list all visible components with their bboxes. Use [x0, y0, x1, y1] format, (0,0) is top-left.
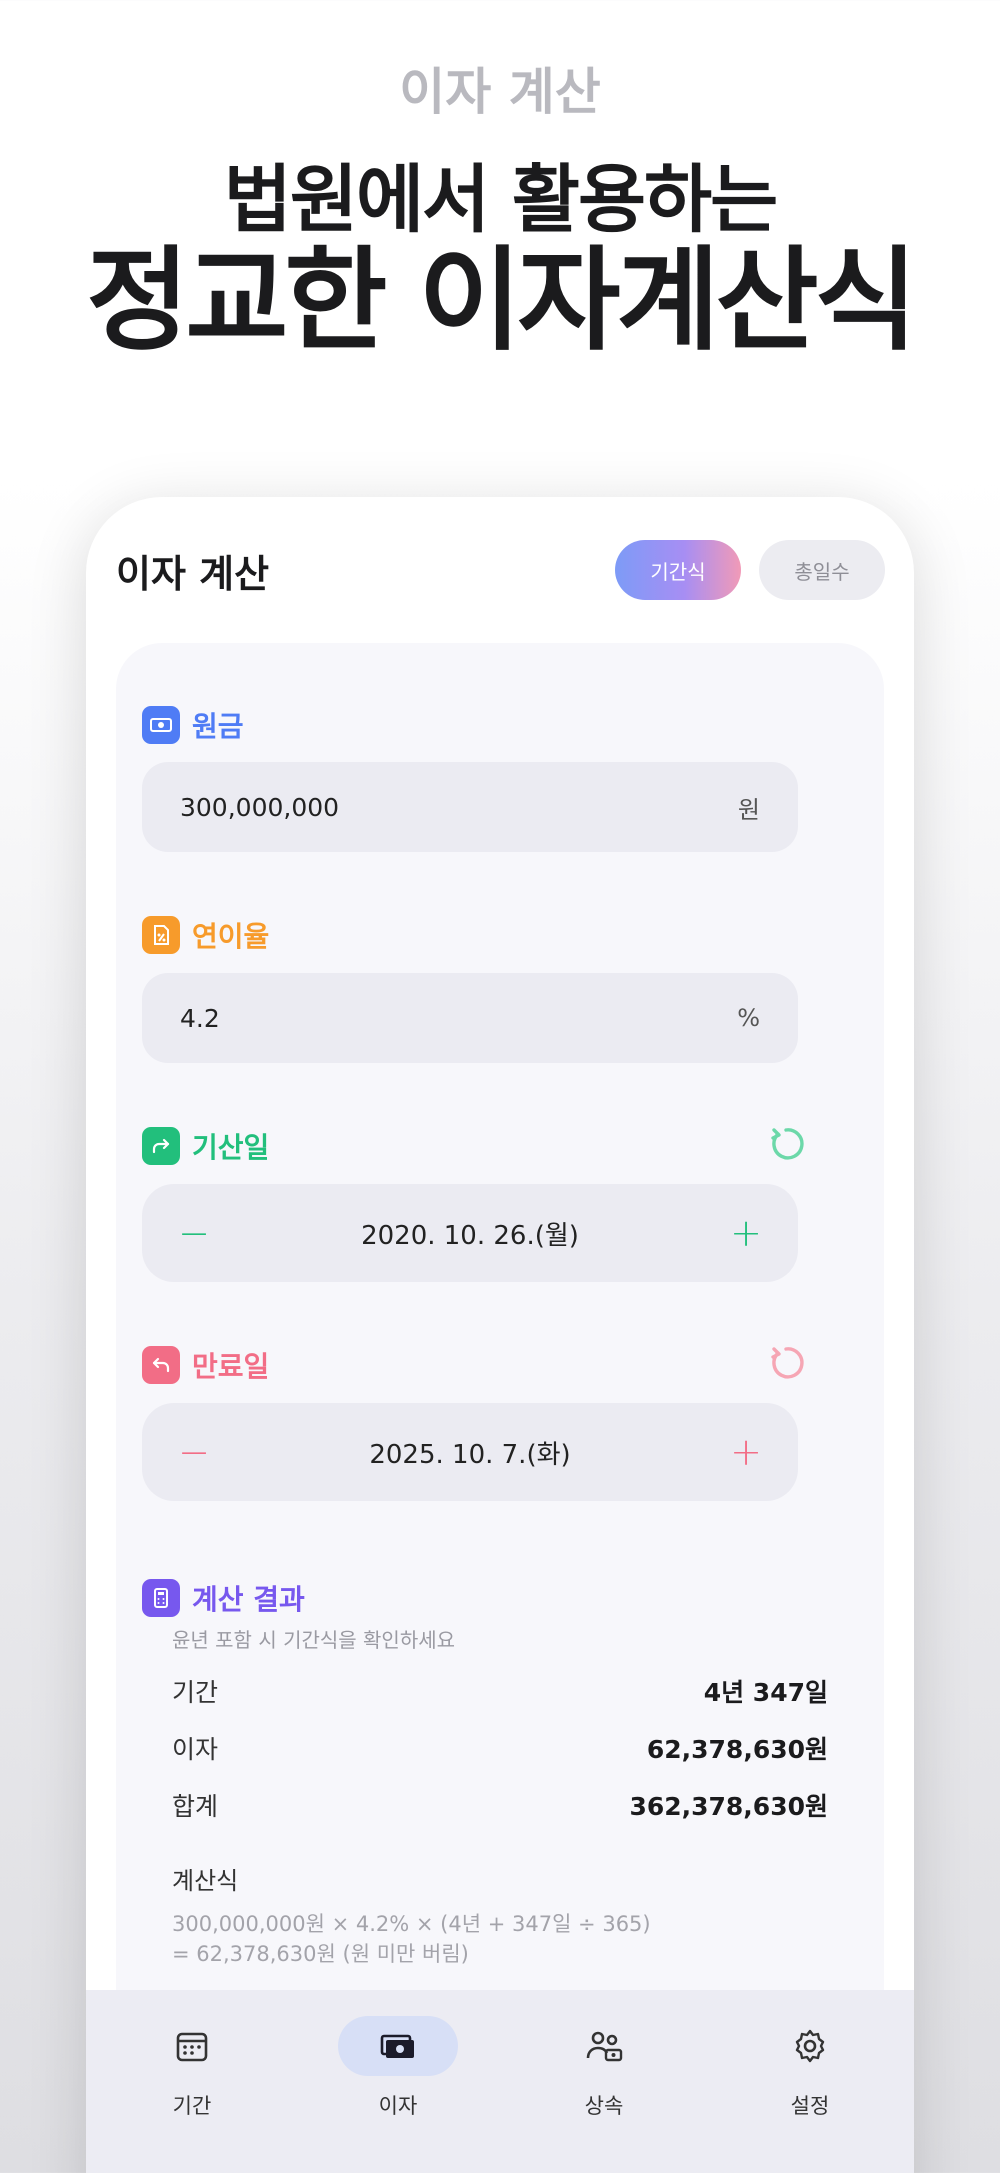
- result-label-text: 계산 결과: [192, 1583, 305, 1616]
- end-date-picker: − 2025. 10. 7.(화) +: [142, 1403, 798, 1501]
- rate-unit: %: [737, 1004, 760, 1032]
- principal-unit: 원: [737, 795, 760, 824]
- gear-icon: [750, 2016, 870, 2076]
- start-date-decrement-button[interactable]: −: [174, 1214, 214, 1252]
- calendar-icon: [132, 2016, 252, 2076]
- formula-line-1: 300,000,000원 × 4.2% × (4년 + 347일 ÷ 365): [172, 1912, 651, 1936]
- money-icon: [142, 706, 180, 744]
- rate-input[interactable]: 4.2 %: [142, 973, 798, 1063]
- percent-document-icon: [142, 916, 180, 954]
- principal-value: 300,000,000: [180, 792, 340, 822]
- start-date-label: 기산일: [142, 1126, 269, 1166]
- formula-title: 계산식: [172, 1867, 239, 1895]
- end-date-value[interactable]: 2025. 10. 7.(화): [369, 1434, 570, 1471]
- reset-end-date-icon[interactable]: [766, 1343, 806, 1383]
- end-date-decrement-button[interactable]: −: [174, 1433, 214, 1471]
- result-row-period: 기간 4년 347일: [172, 1673, 828, 1709]
- end-date-label: 만료일: [142, 1345, 269, 1385]
- start-date-value[interactable]: 2020. 10. 26.(월): [361, 1215, 579, 1252]
- start-date-picker: − 2020. 10. 26.(월) +: [142, 1184, 798, 1282]
- tab-period-formula[interactable]: 기간식: [615, 540, 741, 600]
- hero-subtitle: 이자 계산: [399, 63, 601, 121]
- tab-inheritance[interactable]: 상속: [514, 2010, 694, 2160]
- bottom-tab-bar: 기간 이자 상속 설정: [86, 1990, 914, 2173]
- start-date-label-text: 기산일: [192, 1131, 270, 1164]
- result-value: 62,378,630원: [646, 1735, 828, 1764]
- tab-label: 기간: [172, 2094, 212, 2118]
- result-subtitle: 윤년 포함 시 기간식을 확인하세요: [172, 1628, 456, 1652]
- phone-screen: 이자 계산 기간식 총일수 원금 300,000,000 원 연이율 4.2 %…: [86, 497, 914, 2173]
- rate-label: 연이율: [142, 915, 269, 955]
- return-arrow-icon: [142, 1346, 180, 1384]
- result-key: 합계: [172, 1792, 219, 1821]
- tab-settings[interactable]: 설정: [720, 2010, 900, 2160]
- tab-label: 상속: [584, 2094, 624, 2118]
- start-date-increment-button[interactable]: +: [726, 1214, 766, 1252]
- tab-period[interactable]: 기간: [102, 2010, 282, 2160]
- reset-start-date-icon[interactable]: [766, 1124, 806, 1164]
- tab-label: 설정: [790, 2094, 830, 2118]
- result-key: 이자: [172, 1735, 219, 1764]
- money-icon: [338, 2016, 458, 2076]
- tab-total-days[interactable]: 총일수: [759, 540, 885, 600]
- result-row-interest: 이자 62,378,630원: [172, 1730, 828, 1766]
- calculator-icon: [142, 1579, 180, 1617]
- tab-interest[interactable]: 이자: [308, 2010, 488, 2160]
- formula-line-2: = 62,378,630원 (원 미만 버림): [172, 1942, 469, 1966]
- rate-label-text: 연이율: [192, 920, 270, 953]
- page-title: 이자 계산: [116, 552, 270, 596]
- result-label: 계산 결과: [142, 1578, 305, 1618]
- principal-input[interactable]: 300,000,000 원: [142, 762, 798, 852]
- people-money-icon: [544, 2016, 664, 2076]
- end-date-increment-button[interactable]: +: [726, 1433, 766, 1471]
- tab-label: 이자: [378, 2094, 418, 2118]
- rate-value: 4.2: [180, 1003, 220, 1033]
- result-key: 기간: [172, 1678, 219, 1707]
- result-row-total: 합계 362,378,630원: [172, 1787, 828, 1823]
- hero-headline-line2: 정교한 이자계산식: [86, 236, 917, 366]
- principal-label: 원금: [142, 705, 244, 745]
- result-value: 362,378,630원: [629, 1792, 828, 1821]
- forward-arrow-icon: [142, 1127, 180, 1165]
- end-date-label-text: 만료일: [192, 1350, 270, 1383]
- result-value: 4년 347일: [703, 1678, 828, 1707]
- principal-label-text: 원금: [192, 710, 244, 743]
